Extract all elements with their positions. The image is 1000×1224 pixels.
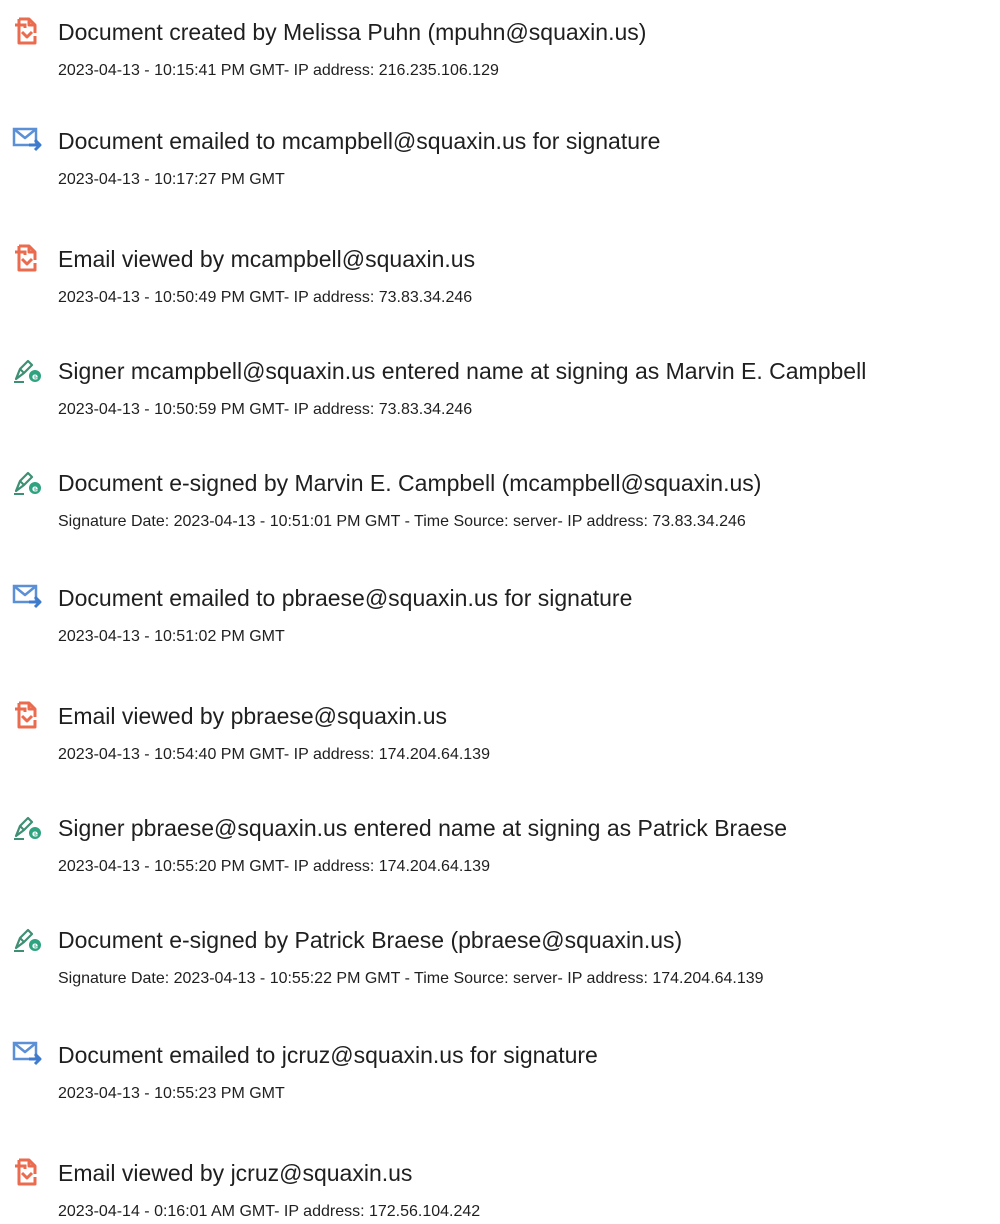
email-sent-icon xyxy=(12,125,42,155)
entry-title: Signer pbraese@squaxin.us entered name a… xyxy=(58,815,788,841)
svg-text:e: e xyxy=(32,373,38,383)
esign-pen-icon: e xyxy=(12,467,42,497)
entry-title: Document created by Melissa Puhn (mpuhn@… xyxy=(58,19,647,45)
entry-title: Document e-signed by Patrick Braese (pbr… xyxy=(58,927,683,953)
entry-detail: 2023-04-13 - 10:55:20 PM GMT- IP address… xyxy=(58,858,490,875)
entry-detail: 2023-04-13 - 10:55:23 PM GMT xyxy=(58,1085,285,1102)
entry-detail: 2023-04-13 - 10:17:27 PM GMT xyxy=(58,171,285,188)
entry-detail: 2023-04-13 - 10:54:40 PM GMT- IP address… xyxy=(58,746,490,763)
svg-text:e: e xyxy=(32,942,38,952)
entry-title: Document emailed to jcruz@squaxin.us for… xyxy=(58,1042,598,1068)
email-sent-icon xyxy=(12,582,42,612)
entry-detail: 2023-04-13 - 10:51:02 PM GMT xyxy=(58,628,285,645)
entry-detail: 2023-04-13 - 10:50:49 PM GMT- IP address… xyxy=(58,289,473,306)
entry-title: Signer mcampbell@squaxin.us entered name… xyxy=(58,358,867,384)
entry-title: Email viewed by mcampbell@squaxin.us xyxy=(58,246,476,272)
esign-pen-icon: e xyxy=(12,812,42,842)
entry-detail: 2023-04-13 - 10:15:41 PM GMT- IP address… xyxy=(58,62,499,79)
entry-title: Document e-signed by Marvin E. Campbell … xyxy=(58,470,762,496)
entry-detail: Signature Date: 2023-04-13 - 10:55:22 PM… xyxy=(58,970,764,987)
svg-text:e: e xyxy=(32,485,38,495)
entry-detail: Signature Date: 2023-04-13 - 10:51:01 PM… xyxy=(58,513,746,530)
entry-title: Document emailed to pbraese@squaxin.us f… xyxy=(58,585,633,611)
esign-pen-icon: e xyxy=(12,355,42,385)
svg-text:e: e xyxy=(32,830,38,840)
document-viewed-icon xyxy=(12,243,42,273)
entry-detail: 2023-04-13 - 10:50:59 PM GMT- IP address… xyxy=(58,401,473,418)
entry-detail: 2023-04-14 - 0:16:01 AM GMT- IP address:… xyxy=(58,1203,481,1220)
entry-title: Document emailed to mcampbell@squaxin.us… xyxy=(58,128,661,154)
document-viewed-icon xyxy=(12,1157,42,1187)
entry-title: Email viewed by jcruz@squaxin.us xyxy=(58,1160,413,1186)
esign-pen-icon: e xyxy=(12,924,42,954)
document-viewed-icon xyxy=(12,16,42,46)
document-viewed-icon xyxy=(12,700,42,730)
entry-title: Email viewed by pbraese@squaxin.us xyxy=(58,703,447,729)
email-sent-icon xyxy=(12,1039,42,1069)
